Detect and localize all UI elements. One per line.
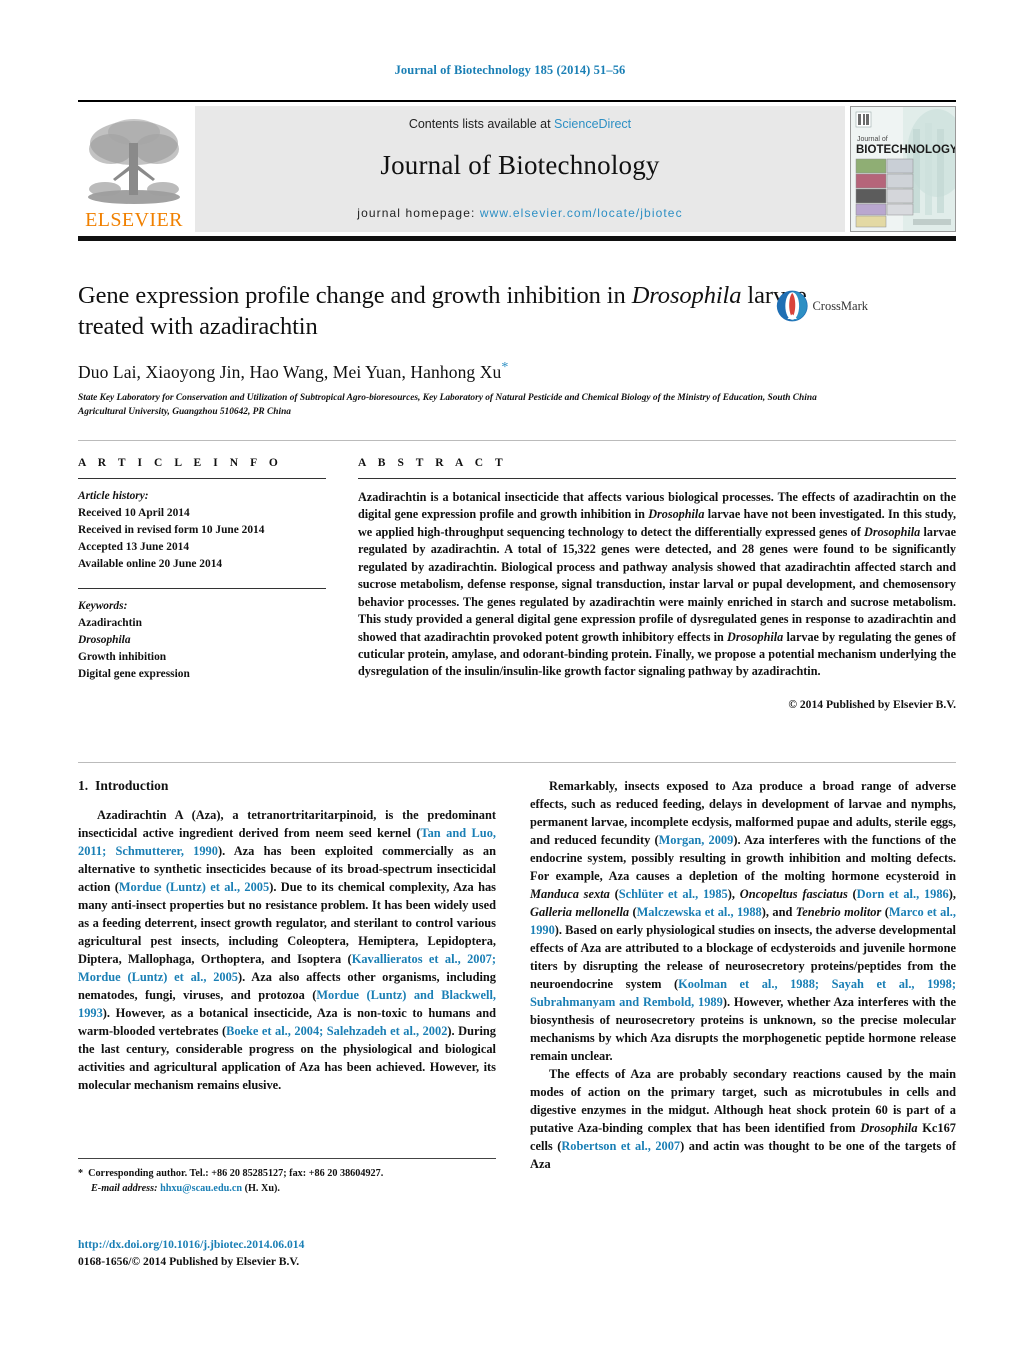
sciencedirect-link[interactable]: ScienceDirect — [554, 117, 631, 131]
section-title: Introduction — [95, 778, 169, 793]
email-label: E-mail address: — [91, 1183, 158, 1195]
abstract-text: Azadirachtin is a botanical insecticide … — [358, 489, 956, 681]
homepage-label: journal homepage: — [357, 206, 476, 220]
citation-link[interactable]: Tan and Luo, 2011; Schmutterer, 1990 — [78, 826, 496, 858]
citation-link[interactable]: Malczewska et al., 1988 — [637, 905, 762, 919]
paragraph-intro-1: Azadirachtin A (Aza), a tetranortritarit… — [78, 808, 496, 1092]
running-head: Journal of Biotechnology 185 (2014) 51–5… — [394, 63, 626, 77]
article-info-rule — [78, 478, 326, 479]
section-number: 1. — [78, 778, 89, 793]
body-column-left: 1. Introduction Azadirachtin A (Aza), a t… — [78, 778, 496, 1095]
article-info-heading: A R T I C L E I N F O — [78, 457, 283, 469]
elsevier-wordmark: ELSEVIER — [85, 209, 183, 231]
corresponding-author-note: * Corresponding author. Tel.: +86 20 8528… — [78, 1166, 496, 1181]
page-title: Gene expression profile change and growt… — [78, 280, 868, 342]
keyword-item: Azadirachtin — [78, 616, 142, 629]
abstract-copyright: © 2014 Published by Elsevier B.V. — [788, 697, 956, 711]
cover-artwork-icon: Journal of BIOTECHNOLOGY — [851, 107, 955, 231]
keywords-list: Keywords: Azadirachtin Drosophila Growth… — [78, 598, 326, 684]
body-column-right: Remarkably, insects exposed to Aza produ… — [530, 778, 956, 1174]
journal-masthead: ELSEVIER Contents lists available at Sci… — [78, 100, 956, 235]
journal-title: Journal of Biotechnology — [380, 150, 660, 180]
crossmark-icon — [776, 290, 808, 322]
keywords-rule — [78, 587, 326, 589]
keyword-item: Drosophila — [78, 633, 131, 646]
email-suffix: (H. Xu). — [244, 1183, 280, 1195]
affiliation: State Key Laboratory for Conservation an… — [78, 393, 817, 417]
email-note: E-mail address: hhxu@scau.edu.cn (H. Xu)… — [78, 1181, 496, 1196]
abstract-italic-3: Drosophila — [727, 629, 784, 644]
doi-link[interactable]: http://dx.doi.org/10.1016/j.jbiotec.2014… — [78, 1237, 578, 1254]
journal-cover-thumbnail: Journal of BIOTECHNOLOGY — [850, 106, 956, 232]
title-italic-species: Drosophila — [631, 282, 742, 309]
author-names: Duo Lai, Xiaoyong Jin, Hao Wang, Mei Yua… — [78, 362, 502, 383]
abstract-italic-1: Drosophila — [648, 507, 705, 522]
keywords-label: Keywords: — [78, 599, 128, 612]
citation-link[interactable]: Robertson et al., 2007 — [561, 1139, 680, 1153]
history-item: Accepted 13 June 2014 — [78, 541, 190, 554]
keyword-item: Growth inhibition — [78, 650, 167, 663]
citation-link[interactable]: Boeke et al., 2004; Salehzadeh et al., 2… — [226, 1024, 447, 1038]
header-divider — [78, 440, 956, 441]
citation-link[interactable]: Dorn et al., 1986 — [857, 887, 949, 901]
page-footer: http://dx.doi.org/10.1016/j.jbiotec.2014… — [78, 1237, 578, 1271]
crossmark-label: CrossMark — [812, 298, 868, 313]
citation-link[interactable]: Schlüter et al., 1985 — [619, 887, 728, 901]
history-item: Received 10 April 2014 — [78, 507, 190, 520]
paragraph-intro-3: The effects of Aza are probably secondar… — [530, 1066, 956, 1171]
footnote-block: * Corresponding author. Tel.: +86 20 8528… — [78, 1158, 496, 1197]
history-item: Available online 20 June 2014 — [78, 558, 223, 571]
masthead-center-panel: Contents lists available at ScienceDirec… — [195, 106, 845, 232]
abstract-divider — [78, 762, 956, 763]
abstract-seg-c: larvae regulated by azadirachtin. A tota… — [358, 524, 956, 644]
elsevier-tree-icon — [85, 113, 183, 209]
paragraph-intro-2: Remarkably, insects exposed to Aza produ… — [530, 779, 956, 1063]
svg-text:BIOTECHNOLOGY: BIOTECHNOLOGY — [856, 144, 955, 156]
citation-link[interactable]: Kavallieratos et al., 2007; Mordue (Lunt… — [78, 952, 496, 984]
corresponding-author-marker: * — [501, 360, 509, 376]
crossmark-badge[interactable]: CrossMark — [776, 282, 868, 330]
article-page: Journal of Biotechnology 185 (2014) 51–5… — [0, 0, 1020, 1351]
section-heading-introduction: 1. Introduction — [78, 778, 496, 794]
keyword-item: Digital gene expression — [78, 667, 190, 680]
title-text-part1: Gene expression profile change and growt… — [78, 282, 632, 309]
masthead-bottom-rule — [78, 236, 956, 241]
issn-copyright: 0168-1656/© 2014 Published by Elsevier B… — [78, 1254, 300, 1268]
article-history: Article history: Received 10 April 2014 … — [78, 488, 326, 574]
abstract-italic-2: Drosophila — [864, 524, 921, 539]
contents-prefix: Contents lists available at — [408, 117, 551, 131]
citation-link[interactable]: Morgan, 2009 — [659, 833, 734, 847]
svg-text:Journal of: Journal of — [857, 136, 888, 143]
citation-link[interactable]: Mordue (Luntz) and Blackwell, 1993 — [78, 988, 496, 1020]
citation-link[interactable]: Koolman et al., 1988; Sayah et al., 1998… — [530, 977, 956, 1009]
article-info-section: A R T I C L E I N F O Article history: R… — [78, 457, 326, 683]
article-history-label: Article history: — [78, 490, 149, 502]
article-header: Gene expression profile change and growt… — [78, 280, 868, 419]
abstract-heading: A B S T R A C T — [358, 457, 508, 469]
abstract-section: A B S T R A C T Azadirachtin is a botani… — [358, 457, 956, 711]
journal-homepage-line: journal homepage: www.elsevier.com/locat… — [195, 206, 845, 220]
citation-link[interactable]: Mordue (Luntz) et al., 2005 — [119, 880, 269, 894]
author-list: Duo Lai, Xiaoyong Jin, Hao Wang, Mei Yua… — [78, 360, 868, 383]
footnote-star: * — [78, 1168, 84, 1179]
homepage-url[interactable]: www.elsevier.com/locate/jbiotec — [480, 206, 683, 220]
history-item: Received in revised form 10 June 2014 — [78, 524, 265, 537]
email-link[interactable]: hhxu@scau.edu.cn — [160, 1183, 242, 1194]
contents-list-line: Contents lists available at ScienceDirec… — [195, 117, 845, 131]
corresponding-author-text: Corresponding author. Tel.: +86 20 85285… — [88, 1168, 384, 1179]
abstract-rule — [358, 478, 956, 479]
elsevier-logo: ELSEVIER — [78, 106, 190, 232]
